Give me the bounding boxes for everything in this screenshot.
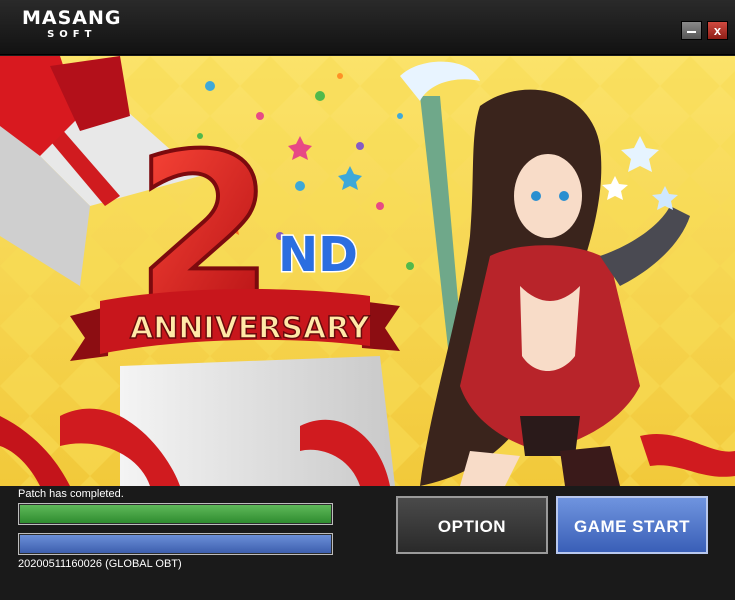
event-banner: 2 ND ANNIVERSARY [0, 56, 735, 486]
title-bar[interactable]: MASANG SOFT x [0, 0, 735, 55]
minimize-button[interactable] [681, 21, 702, 40]
anniversary-text: ANNIVERSARY [130, 311, 371, 346]
logo-sub-text: SOFT [47, 29, 97, 40]
close-button[interactable]: x [707, 21, 728, 40]
masang-logo: MASANG SOFT [22, 8, 122, 42]
version-text: 20200511160026 (GLOBAL OBT) [18, 558, 182, 570]
minimize-icon [687, 31, 696, 33]
number-suffix-text: ND [278, 227, 358, 283]
game-start-button[interactable]: GAME START [556, 496, 708, 554]
patch-status-text: Patch has completed. [18, 488, 124, 500]
banner-artwork: 2 ND ANNIVERSARY [0, 56, 735, 486]
launcher-window: MASANG SOFT x 2 ND ANNIVERSARY Patch has… [0, 0, 735, 600]
file-progress-fill [20, 505, 331, 523]
close-icon: x [713, 23, 722, 38]
file-progress-bar [18, 503, 333, 525]
total-progress-fill [20, 535, 331, 553]
option-button[interactable]: OPTION [396, 496, 548, 554]
total-progress-bar [18, 533, 333, 555]
logo-main-text: MASANG [22, 7, 122, 29]
launcher-panel: Patch has completed. 20200511160026 (GLO… [0, 486, 735, 600]
